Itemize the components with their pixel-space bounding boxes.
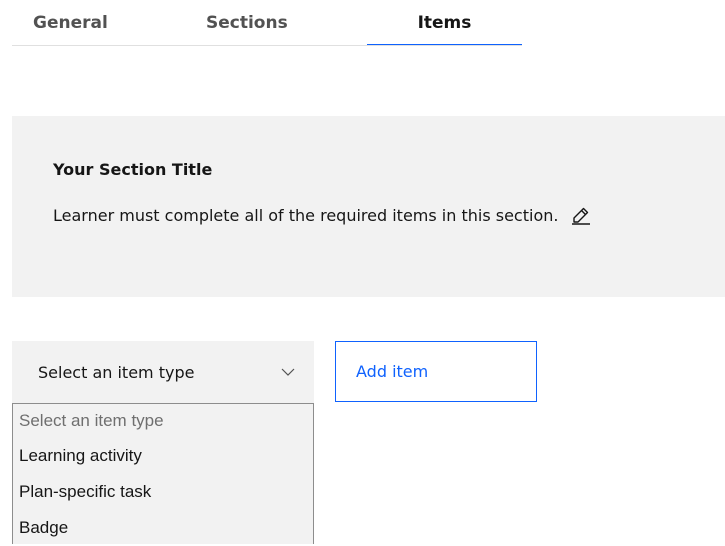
chevron-down-icon xyxy=(280,364,296,380)
tab-items-label: Items xyxy=(417,13,472,33)
option-learning-activity[interactable]: Learning activity xyxy=(13,438,313,474)
section-description-row: Learner must complete all of the require… xyxy=(53,204,592,226)
tab-general-label: General xyxy=(33,13,108,33)
section-description: Learner must complete all of the require… xyxy=(53,205,559,225)
option-badge[interactable]: Badge xyxy=(13,510,313,546)
tab-general[interactable]: General xyxy=(12,0,167,46)
pencil-icon[interactable] xyxy=(570,204,592,226)
tab-items[interactable]: Items xyxy=(367,0,522,46)
section-panel: Your Section Title Learner must complete… xyxy=(12,116,725,297)
item-type-options-list: Select an item type Learning activity Pl… xyxy=(12,403,314,544)
section-title: Your Section Title xyxy=(53,160,213,179)
tab-sections-label: Sections xyxy=(206,13,288,33)
tab-bar-divider xyxy=(12,45,522,46)
item-type-select[interactable]: Select an item type xyxy=(12,341,314,403)
add-item-button[interactable]: Add item xyxy=(335,341,537,402)
tab-sections[interactable]: Sections xyxy=(167,0,322,46)
tab-bar: General Sections Items xyxy=(12,0,522,46)
option-placeholder[interactable]: Select an item type xyxy=(13,404,313,438)
item-type-select-value: Select an item type xyxy=(38,362,195,382)
option-plan-specific-task[interactable]: Plan-specific task xyxy=(13,474,313,510)
